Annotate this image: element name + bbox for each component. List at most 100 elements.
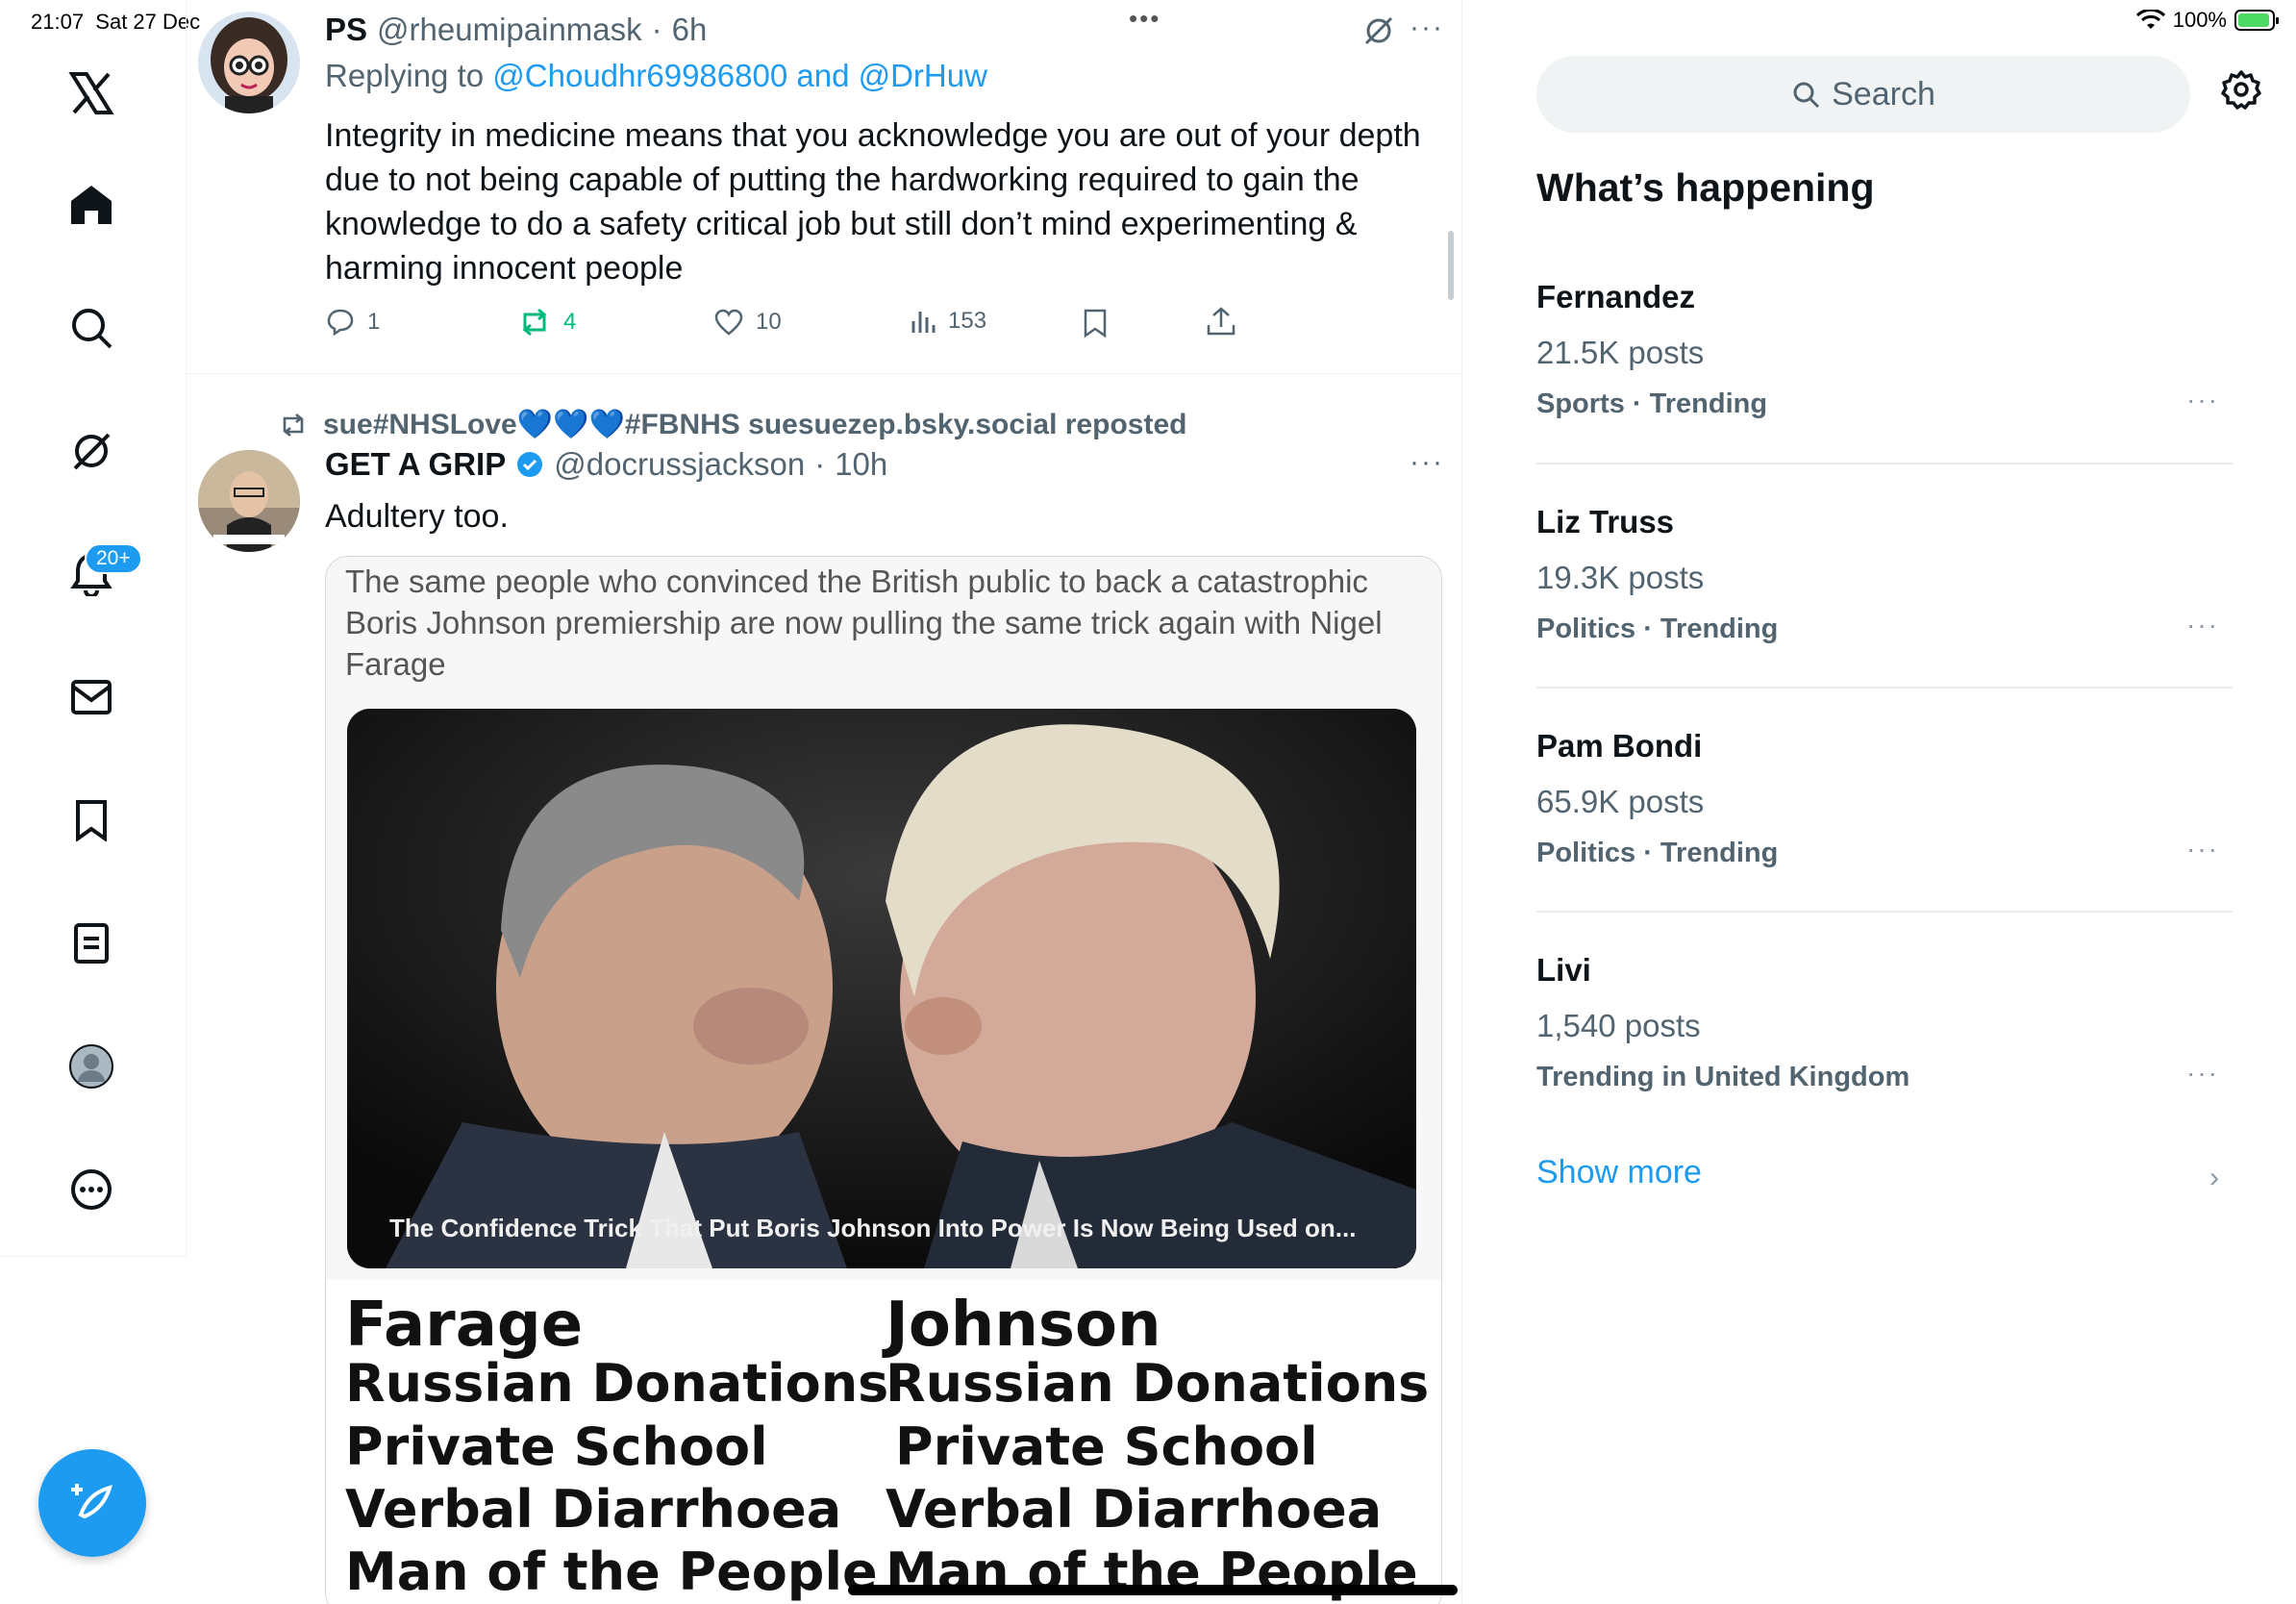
whats-happening-title: What’s happening	[1536, 165, 1875, 210]
search-placeholder: Search	[1832, 75, 1935, 113]
tweet2-more-button[interactable]: ···	[1410, 446, 1444, 479]
battery-charging-icon	[2234, 10, 2279, 31]
trend-more-button[interactable]: ···	[2186, 610, 2219, 640]
list-right-item: Verbal Diarrhoea	[886, 1479, 1383, 1540]
trend-posts: 65.9K posts	[1536, 784, 1705, 819]
lists-icon[interactable]	[60, 912, 123, 975]
trend-name: Liz Truss	[1536, 504, 1675, 539]
heart-icon	[714, 309, 743, 336]
trend-name: Livi	[1536, 952, 1591, 988]
tweet1-avatar[interactable]	[198, 12, 300, 113]
tweet1-more-button[interactable]: ···	[1410, 12, 1444, 44]
trend-item[interactable]: Pam Bondi 65.9K posts Politics · Trendin…	[1536, 728, 2233, 869]
views-count: 153	[948, 308, 987, 334]
trend-divider	[1536, 687, 2233, 689]
repost-label: sue#NHSLove💙💙💙#FBNHS suesuezep.bsky.soci…	[323, 409, 1187, 440]
trend-more-button[interactable]: ···	[2186, 1058, 2219, 1089]
repost-button[interactable]: 4	[517, 308, 576, 337]
grok-icon[interactable]	[60, 419, 123, 483]
home-indicator[interactable]	[848, 1585, 1458, 1595]
notification-badge: 20+	[85, 543, 142, 574]
list-left-item: Man of the People	[345, 1541, 878, 1602]
search-icon[interactable]	[60, 296, 123, 360]
trend-posts: 21.5K posts	[1536, 335, 1705, 370]
bookmarks-icon[interactable]	[60, 789, 123, 852]
tweet1-grok-icon[interactable]	[1363, 15, 1394, 46]
chevron-right-icon[interactable]: ›	[2209, 1162, 2219, 1194]
list-left-item: Private School	[345, 1416, 768, 1477]
tweet2-name[interactable]: GET A GRIP	[325, 446, 506, 483]
verified-badge-icon	[517, 452, 543, 477]
media-photo[interactable]: The Confidence Trick That Put Boris John…	[347, 709, 1416, 1268]
tweet2-media[interactable]: The same people who convinced the Britis…	[325, 556, 1442, 1604]
trend-more-button[interactable]: ···	[2186, 834, 2219, 865]
timeline-feed: PS @rheumipainmask · 6h ••• ··· Replying…	[187, 0, 1462, 1604]
x-logo-icon[interactable]	[60, 62, 123, 125]
trend-name: Fernandez	[1536, 279, 1696, 314]
tweet1-header: PS @rheumipainmask · 6h	[325, 12, 708, 48]
tweet1-top-dots: •••	[1129, 4, 1161, 33]
tweet1-name[interactable]: PS	[325, 12, 367, 48]
trend-more-button[interactable]: ···	[2186, 385, 2219, 415]
profile-icon[interactable]	[60, 1035, 123, 1098]
comparison-list: Farage Russian Donations Private School …	[326, 1280, 1441, 1604]
tweet1-time[interactable]: 6h	[672, 12, 708, 48]
wifi-icon	[2135, 10, 2165, 31]
more-icon[interactable]	[60, 1158, 123, 1221]
tweet2-time[interactable]: 10h	[835, 446, 887, 483]
trend-posts: 19.3K posts	[1536, 560, 1705, 595]
reply-count: 1	[367, 309, 381, 335]
trend-category: Sports · Trending	[1536, 388, 1768, 419]
trend-item[interactable]: Liz Truss 19.3K posts Politics · Trendin…	[1536, 504, 2233, 645]
views-button[interactable]: 153	[910, 308, 986, 335]
search-icon	[1793, 82, 1820, 109]
reply-button[interactable]: 1	[325, 308, 380, 337]
trend-item[interactable]: Fernandez 21.5K posts Sports · Trending …	[1536, 279, 2233, 420]
show-more-link[interactable]: Show more	[1536, 1154, 1702, 1191]
home-icon[interactable]	[60, 173, 123, 237]
trend-category: Politics · Trending	[1536, 614, 1779, 644]
repost-small-icon	[283, 413, 304, 437]
like-button[interactable]: 10	[713, 308, 782, 337]
repost-count: 4	[563, 309, 577, 335]
trend-name: Pam Bondi	[1536, 728, 1703, 764]
tweet2-header: GET A GRIP @docrussjackson · 10h	[325, 446, 888, 483]
tweet2-handle[interactable]: @docrussjackson	[554, 446, 805, 483]
like-count: 10	[756, 309, 782, 335]
list-right-item: Private School	[895, 1416, 1318, 1477]
settings-gear-icon[interactable]	[2221, 69, 2261, 110]
nav-divider	[0, 1256, 186, 1257]
tweet1-replying-users[interactable]: @Choudhr69986800 and @DrHuw	[492, 58, 987, 93]
portrait-photo	[347, 709, 1416, 1268]
bookmark-button[interactable]	[1083, 308, 1108, 338]
list-left-item: Verbal Diarrhoea	[345, 1479, 842, 1540]
repost-indicator[interactable]: sue#NHSLove💙💙💙#FBNHS suesuezep.bsky.soci…	[279, 408, 1186, 441]
tweet1-handle[interactable]: @rheumipainmask	[377, 12, 642, 48]
scrollbar[interactable]	[1448, 231, 1454, 300]
repost-icon	[522, 308, 547, 337]
reply-icon	[327, 309, 354, 337]
media-caption: The same people who convinced the Britis…	[345, 564, 1383, 682]
trend-posts: 1,540 posts	[1536, 1008, 1701, 1043]
tweet2-text: Adultery too.	[325, 498, 509, 535]
photo-caption: The Confidence Trick That Put Boris John…	[389, 1214, 1357, 1242]
search-input[interactable]: Search	[1536, 56, 2190, 133]
trend-category: Trending in United Kingdom	[1536, 1062, 1910, 1092]
list-right-item: Russian Donations	[886, 1353, 1430, 1414]
compose-button[interactable]	[38, 1449, 146, 1557]
trend-item[interactable]: Livi 1,540 posts Trending in United King…	[1536, 952, 2233, 1093]
trend-divider	[1536, 463, 2233, 464]
tweet2-avatar[interactable]	[198, 450, 300, 552]
messages-icon[interactable]	[60, 665, 123, 729]
share-icon	[1207, 307, 1235, 336]
list-left-item: Russian Donations	[345, 1353, 889, 1414]
status-indicators: 100%	[2135, 8, 2279, 33]
battery-percent: 100%	[2172, 8, 2227, 32]
bookmark-icon	[1084, 309, 1107, 338]
views-icon	[911, 312, 936, 333]
trend-divider	[1536, 911, 2233, 913]
tweet1-text: Integrity in medicine means that you ack…	[325, 117, 1421, 287]
list-left-title: Farage	[345, 1290, 584, 1361]
share-button[interactable]	[1206, 306, 1236, 337]
list-right-title: Johnson	[886, 1290, 1161, 1361]
